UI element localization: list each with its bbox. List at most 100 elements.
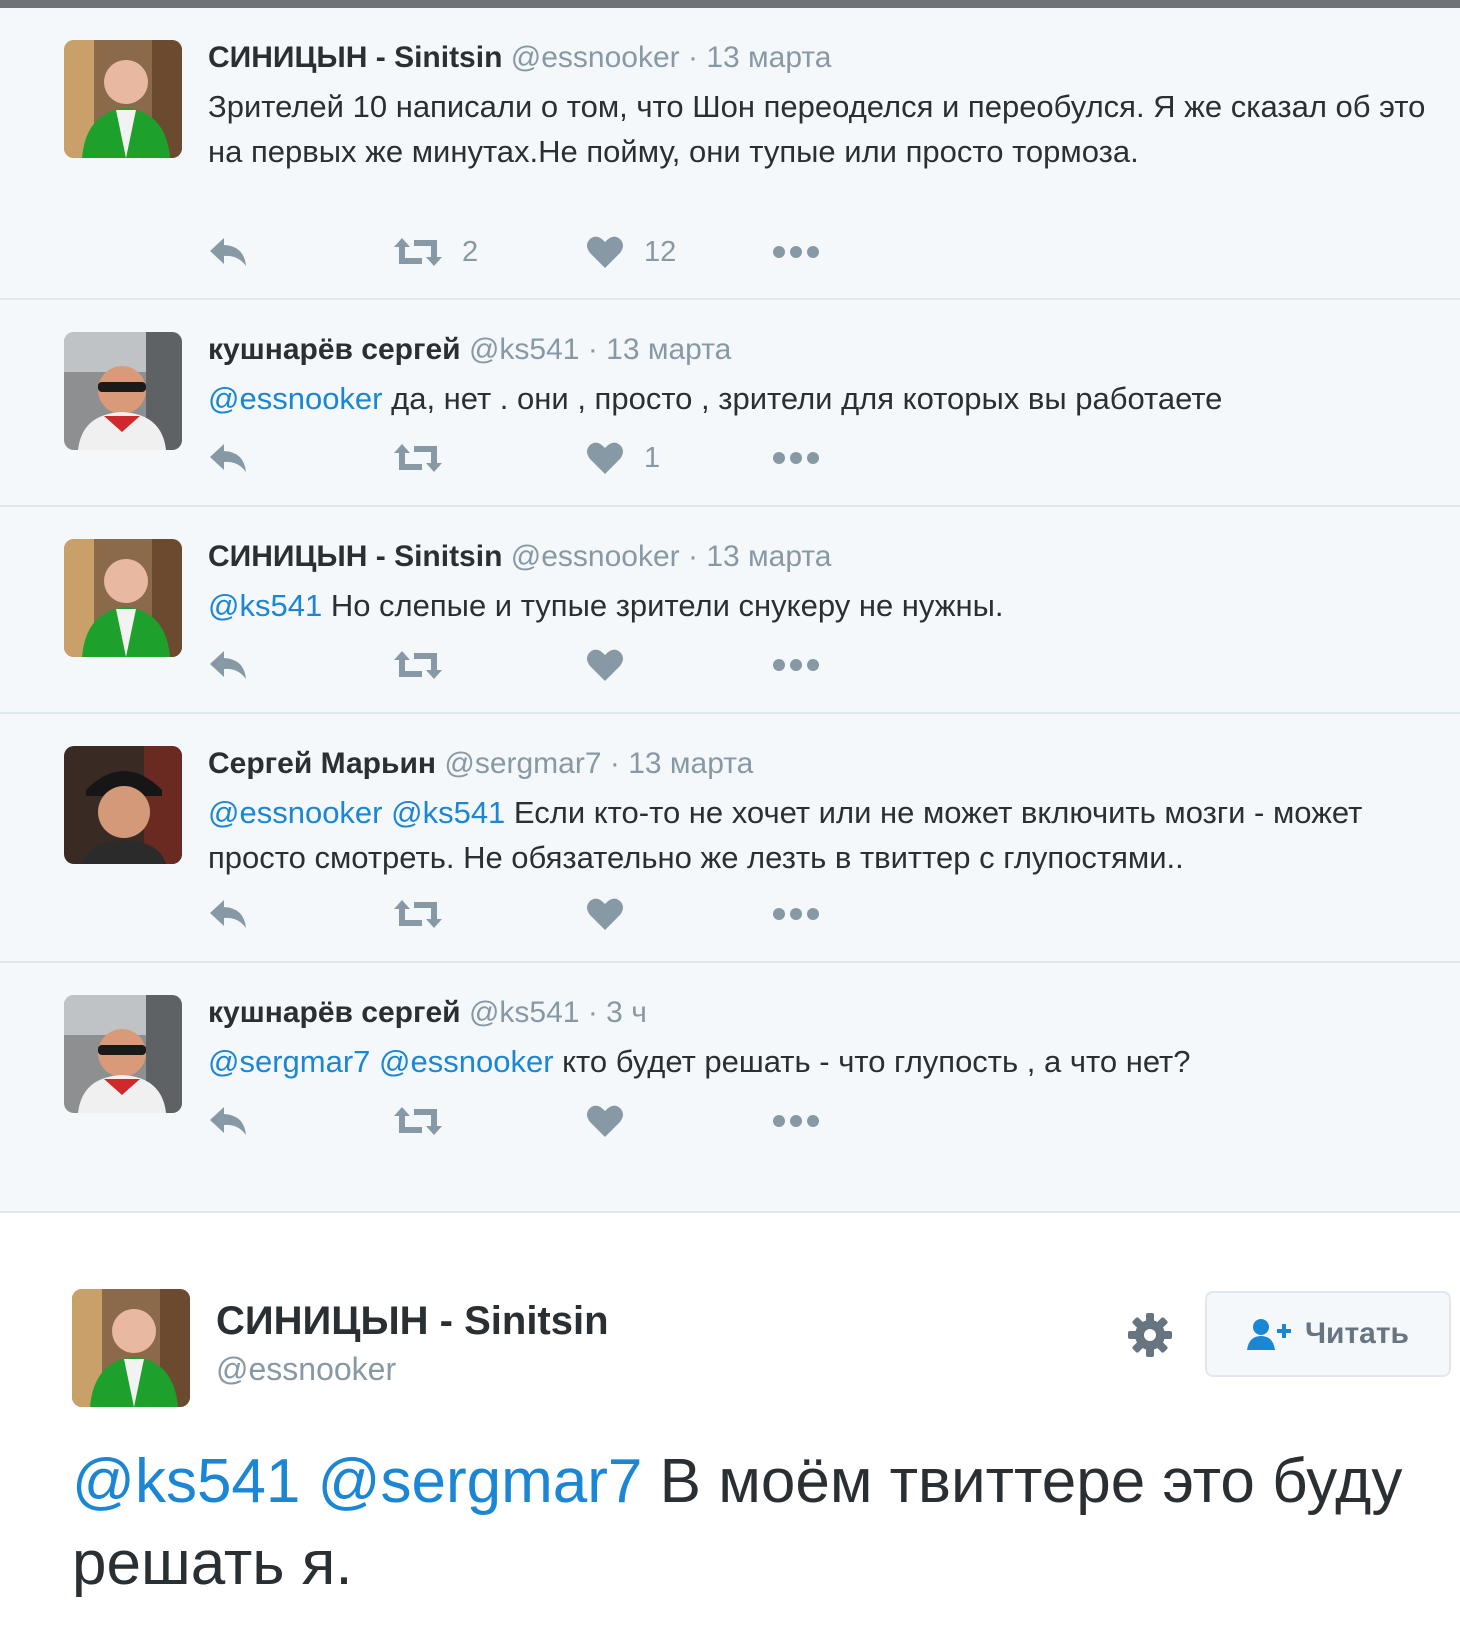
retweet-icon: [394, 900, 442, 928]
follow-button[interactable]: Читать: [1205, 1291, 1451, 1377]
reply-button[interactable]: [208, 232, 250, 272]
more-icon: [773, 1115, 819, 1127]
author-name[interactable]: Сергей Марьин: [208, 747, 436, 780]
tweet[interactable]: кушнарёв сергей @ks541 · 13 марта @essno…: [0, 300, 1460, 507]
author-handle[interactable]: @ks541: [469, 333, 580, 366]
reply-icon: [210, 900, 246, 928]
reply-icon: [210, 238, 246, 266]
tweet-text: @sergmar7 @essnooker кто будет решать - …: [208, 1039, 1448, 1084]
like-icon: [587, 898, 623, 930]
tweet-text: @essnooker @ks541 Если кто-то не хочет и…: [208, 790, 1448, 880]
like-icon: [587, 442, 623, 474]
more-icon: [773, 246, 819, 258]
like-button[interactable]: [586, 1101, 644, 1141]
author-name[interactable]: СИНИЦЫН - Sinitsin: [208, 41, 502, 74]
more-icon: [773, 908, 819, 920]
more-button[interactable]: [772, 894, 820, 934]
tweet[interactable]: Сергей Марьин @sergmar7 · 13 марта @essn…: [0, 714, 1460, 963]
like-button[interactable]: [586, 645, 644, 685]
separator: ·: [587, 996, 598, 1029]
tweet-header: кушнарёв сергей @ks541 · 3 ч: [208, 993, 647, 1033]
separator: ·: [687, 540, 698, 573]
reply-icon: [210, 651, 246, 679]
retweet-button[interactable]: [394, 1101, 462, 1141]
like-icon: [587, 236, 623, 268]
reply-button[interactable]: [208, 645, 250, 685]
reply-button[interactable]: [208, 894, 250, 934]
tweet-header: СИНИЦЫН - Sinitsin @essnooker · 13 марта: [208, 38, 831, 78]
avatar[interactable]: [72, 1289, 190, 1407]
retweet-icon: [394, 1107, 442, 1135]
more-icon: [773, 659, 819, 671]
more-icon: [773, 452, 819, 464]
avatar[interactable]: [64, 539, 182, 657]
avatar[interactable]: [64, 332, 182, 450]
avatar[interactable]: [64, 40, 182, 158]
reply-button[interactable]: [208, 438, 250, 478]
retweet-button[interactable]: 2: [394, 232, 478, 272]
retweet-icon: [394, 238, 442, 266]
author-name[interactable]: СИНИЦЫН - Sinitsin: [216, 1299, 609, 1344]
retweet-button[interactable]: [394, 894, 462, 934]
timestamp[interactable]: 13 марта: [706, 540, 831, 573]
add-user-icon: [1246, 1319, 1291, 1350]
mention-link[interactable]: @essnooker @ks541: [208, 795, 505, 830]
separator: ·: [587, 333, 598, 366]
author-handle[interactable]: @essnooker: [216, 1351, 396, 1388]
mention-link[interactable]: @essnooker: [208, 381, 383, 416]
like-button[interactable]: 12: [586, 232, 676, 272]
mention-link[interactable]: @ks541 @sergmar7: [72, 1447, 642, 1516]
retweet-icon: [394, 651, 442, 679]
tweet-header: кушнарёв сергей @ks541 · 13 марта: [208, 330, 731, 370]
more-button[interactable]: [772, 438, 820, 478]
follow-label: Читать: [1304, 1317, 1410, 1350]
timestamp[interactable]: 13 марта: [706, 41, 831, 74]
tweet-text: @ks541 Но слепые и тупые зрители снукеру…: [208, 583, 1448, 628]
tweet-text: @essnooker да, нет . они , просто , зрит…: [208, 376, 1448, 421]
author-handle[interactable]: @sergmar7: [444, 747, 601, 780]
tweet[interactable]: СИНИЦЫН - Sinitsin @essnooker · 13 марта…: [0, 507, 1460, 714]
settings-button[interactable]: [1126, 1311, 1174, 1359]
reply-icon: [210, 444, 246, 472]
separator: ·: [609, 747, 620, 780]
reply-icon: [210, 1107, 246, 1135]
retweet-icon: [394, 444, 442, 472]
author-handle[interactable]: @essnooker: [511, 41, 680, 74]
conversation-thread: СИНИЦЫН - Sinitsin @essnooker · 13 марта…: [0, 8, 1460, 1213]
tweet-body: Но слепые и тупые зрители снукеру не нуж…: [322, 588, 1004, 623]
author-handle[interactable]: @essnooker: [511, 540, 680, 573]
retweet-button[interactable]: [394, 438, 462, 478]
like-count: 12: [644, 235, 677, 268]
like-button[interactable]: [586, 894, 644, 934]
more-button[interactable]: [772, 1101, 820, 1141]
tweet-body: да, нет . они , просто , зрители для кот…: [382, 381, 1223, 416]
avatar[interactable]: [64, 746, 182, 864]
like-icon: [587, 649, 623, 681]
like-count: 1: [644, 441, 661, 474]
more-button[interactable]: [772, 645, 820, 685]
timestamp[interactable]: 13 марта: [606, 333, 731, 366]
tweet-body: кто будет решать - что глупость , а что …: [553, 1044, 1191, 1079]
tweet-header: СИНИЦЫН - Sinitsin @essnooker · 13 марта: [208, 537, 831, 577]
mention-link[interactable]: @ks541: [208, 588, 322, 623]
mention-link[interactable]: @sergmar7 @essnooker: [208, 1044, 554, 1079]
timestamp[interactable]: 3 ч: [606, 996, 647, 1029]
tweet[interactable]: кушнарёв сергей @ks541 · 3 ч @sergmar7 @…: [0, 963, 1460, 1213]
author-name[interactable]: СИНИЦЫН - Sinitsin: [208, 540, 502, 573]
avatar[interactable]: [64, 995, 182, 1113]
tweet-text: @ks541 @sergmar7 В моём твиттере это буд…: [72, 1441, 1432, 1605]
author-name[interactable]: кушнарёв сергей: [208, 333, 461, 366]
reply-button[interactable]: [208, 1101, 250, 1141]
retweet-button[interactable]: [394, 645, 462, 685]
tweet-text: Зрителей 10 написали о том, что Шон пере…: [208, 84, 1448, 174]
more-button[interactable]: [772, 232, 820, 272]
tweet[interactable]: СИНИЦЫН - Sinitsin @essnooker · 13 марта…: [0, 8, 1460, 300]
gear-icon: [1128, 1313, 1172, 1357]
author-handle[interactable]: @ks541: [469, 996, 580, 1029]
author-name[interactable]: кушнарёв сергей: [208, 996, 461, 1029]
like-icon: [587, 1105, 623, 1137]
tweet-header: Сергей Марьин @sergmar7 · 13 марта: [208, 744, 753, 784]
separator: ·: [687, 41, 698, 74]
like-button[interactable]: 1: [586, 438, 660, 478]
timestamp[interactable]: 13 марта: [628, 747, 753, 780]
